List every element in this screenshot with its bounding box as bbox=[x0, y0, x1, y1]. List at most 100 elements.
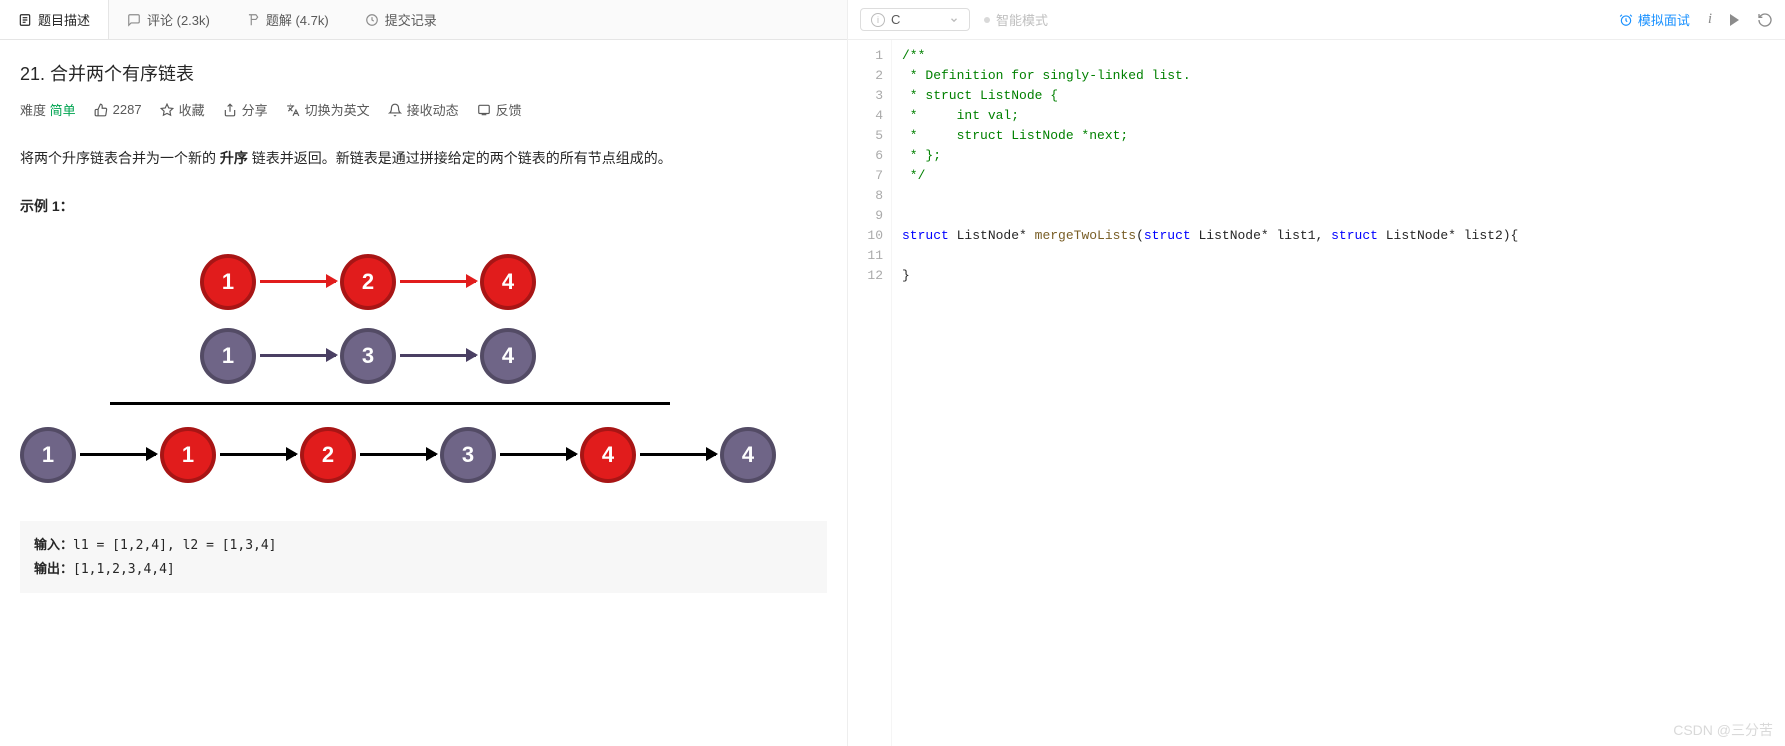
favorite-button[interactable]: 收藏 bbox=[160, 100, 205, 119]
tab-label: 题目描述 bbox=[38, 10, 90, 29]
subscribe-button[interactable]: 接收动态 bbox=[388, 100, 459, 119]
line-number: 11 bbox=[848, 246, 883, 266]
tab-description[interactable]: 题目描述 bbox=[0, 0, 109, 39]
code-line[interactable]: /** bbox=[902, 46, 1775, 66]
tab-submissions[interactable]: 提交记录 bbox=[347, 0, 455, 39]
reset-button[interactable] bbox=[1757, 12, 1773, 28]
example-label: 示例 1： bbox=[20, 196, 827, 216]
problem-tabs: 题目描述 评论 (2.3k) 题解 (4.7k) 提交记录 bbox=[0, 0, 847, 40]
problem-number: 21 bbox=[20, 64, 40, 84]
switch-language-button[interactable]: 切换为英文 bbox=[286, 100, 370, 119]
desc-pre: 将两个升序链表合并为一个新的 bbox=[20, 150, 220, 166]
feedback-icon bbox=[477, 103, 491, 117]
bell-icon bbox=[388, 103, 402, 117]
language-label: C bbox=[891, 12, 900, 27]
star-icon bbox=[160, 103, 174, 117]
line-number: 2 bbox=[848, 66, 883, 86]
code-line[interactable]: * struct ListNode { bbox=[902, 86, 1775, 106]
list-node: 3 bbox=[340, 328, 396, 384]
code-line[interactable]: * Definition for singly-linked list. bbox=[902, 66, 1775, 86]
input-label: 输入： bbox=[34, 537, 73, 552]
description-icon bbox=[18, 13, 32, 27]
code-line[interactable]: struct ListNode* mergeTwoLists(struct Li… bbox=[902, 226, 1775, 246]
code-line[interactable]: * int val; bbox=[902, 106, 1775, 126]
example-io: 输入：l1 = [1,2,4], l2 = [1,3,4] 输出：[1,1,2,… bbox=[20, 521, 827, 594]
problem-description: 将两个升序链表合并为一个新的 升序 链表并返回。新链表是通过拼接给定的两个链表的… bbox=[20, 145, 827, 172]
example-diagram: 124 134 112344 bbox=[20, 226, 827, 521]
subscribe-label: 接收动态 bbox=[407, 100, 459, 119]
output-value: [1,1,2,3,4,4] bbox=[73, 562, 175, 577]
share-icon bbox=[223, 103, 237, 117]
watermark: CSDN @三分苦 bbox=[1673, 720, 1773, 740]
mock-interview-button[interactable]: 模拟面试 bbox=[1619, 10, 1690, 29]
arrow-icon bbox=[640, 453, 716, 456]
code-line[interactable] bbox=[902, 206, 1775, 226]
code-line[interactable]: } bbox=[902, 266, 1775, 286]
problem-panel: 题目描述 评论 (2.3k) 题解 (4.7k) 提交记录 21. 合并两个有序… bbox=[0, 0, 848, 746]
arrow-icon bbox=[260, 280, 336, 283]
input-value: l1 = [1,2,4], l2 = [1,3,4] bbox=[73, 538, 277, 553]
list-node: 4 bbox=[580, 427, 636, 483]
desc-post: 链表并返回。新链表是通过拼接给定的两个链表的所有节点组成的。 bbox=[248, 150, 672, 166]
tab-label: 提交记录 bbox=[385, 10, 437, 29]
tab-label: 题解 (4.7k) bbox=[266, 10, 329, 29]
like-count: 2287 bbox=[113, 102, 142, 117]
line-number: 12 bbox=[848, 266, 883, 286]
list-node: 3 bbox=[440, 427, 496, 483]
feedback-button[interactable]: 反馈 bbox=[477, 100, 522, 119]
code-line[interactable] bbox=[902, 186, 1775, 206]
smart-mode-label: 智能模式 bbox=[996, 10, 1048, 29]
tab-label: 评论 (2.3k) bbox=[147, 10, 210, 29]
share-button[interactable]: 分享 bbox=[223, 100, 268, 119]
list-node: 4 bbox=[480, 328, 536, 384]
arrow-icon bbox=[500, 453, 576, 456]
code-line[interactable]: * }; bbox=[902, 146, 1775, 166]
list-node: 1 bbox=[200, 254, 256, 310]
line-number: 9 bbox=[848, 206, 883, 226]
difficulty-label: 难度 bbox=[20, 103, 46, 118]
favorite-label: 收藏 bbox=[179, 100, 205, 119]
code-line[interactable] bbox=[902, 246, 1775, 266]
list1-row: 1 2 4 bbox=[200, 254, 827, 310]
language-select[interactable]: i C bbox=[860, 8, 970, 31]
diagram-divider bbox=[110, 402, 670, 405]
run-button[interactable] bbox=[1730, 14, 1739, 26]
list-node: 1 bbox=[200, 328, 256, 384]
list-node: 2 bbox=[340, 254, 396, 310]
alarm-icon bbox=[1619, 13, 1633, 27]
like-button[interactable]: 2287 bbox=[94, 102, 142, 117]
list2-row: 1 3 4 bbox=[200, 328, 827, 384]
info-button[interactable]: i bbox=[1708, 11, 1712, 28]
line-number: 1 bbox=[848, 46, 883, 66]
list-node: 1 bbox=[20, 427, 76, 483]
problem-content: 21. 合并两个有序链表 难度 简单 2287 收藏 分享 切换为英文 bbox=[0, 40, 847, 746]
list-node: 2 bbox=[300, 427, 356, 483]
chevron-down-icon bbox=[949, 15, 959, 25]
line-gutter: 123456789101112 bbox=[848, 40, 892, 746]
problem-title-text: 合并两个有序链表 bbox=[50, 64, 194, 84]
code-area[interactable]: /** * Definition for singly-linked list.… bbox=[892, 40, 1785, 746]
code-line[interactable]: * struct ListNode *next; bbox=[902, 126, 1775, 146]
thumbs-up-icon bbox=[94, 103, 108, 117]
comments-icon bbox=[127, 13, 141, 27]
switch-lang-label: 切换为英文 bbox=[305, 100, 370, 119]
arrow-icon bbox=[220, 453, 296, 456]
merged-row: 112344 bbox=[20, 427, 827, 483]
translate-icon bbox=[286, 103, 300, 117]
difficulty: 难度 简单 bbox=[20, 100, 76, 119]
smart-mode-toggle[interactable]: 智能模式 bbox=[984, 10, 1048, 29]
arrow-icon bbox=[260, 354, 336, 357]
tab-solutions[interactable]: 题解 (4.7k) bbox=[228, 0, 347, 39]
list-node: 1 bbox=[160, 427, 216, 483]
mock-interview-label: 模拟面试 bbox=[1638, 10, 1690, 29]
code-editor[interactable]: 123456789101112 /** * Definition for sin… bbox=[848, 40, 1785, 746]
line-number: 3 bbox=[848, 86, 883, 106]
line-number: 6 bbox=[848, 146, 883, 166]
line-number: 4 bbox=[848, 106, 883, 126]
line-number: 7 bbox=[848, 166, 883, 186]
list-node: 4 bbox=[480, 254, 536, 310]
code-line[interactable]: */ bbox=[902, 166, 1775, 186]
tab-comments[interactable]: 评论 (2.3k) bbox=[109, 0, 228, 39]
share-label: 分享 bbox=[242, 100, 268, 119]
arrow-icon bbox=[80, 453, 156, 456]
